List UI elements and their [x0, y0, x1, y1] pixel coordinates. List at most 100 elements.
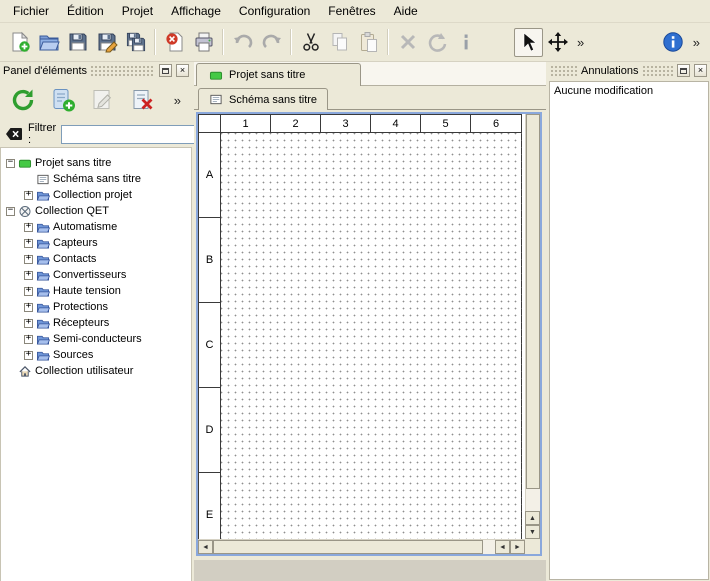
menu-affichage[interactable]: Affichage	[162, 1, 230, 21]
expand-expander-icon[interactable]	[24, 351, 33, 360]
expand-expander-icon[interactable]	[24, 223, 33, 232]
scroll-down-button[interactable]	[525, 525, 540, 539]
undo-dock-titlebar[interactable]: Annulations ×	[548, 62, 710, 79]
horizontal-scrollbar[interactable]	[198, 539, 525, 554]
delete-element-icon	[130, 87, 156, 113]
dock-handle[interactable]	[91, 66, 155, 76]
undo-button[interactable]	[228, 28, 257, 57]
toolbar-extension-chevron[interactable]: »	[688, 35, 705, 50]
schema-tabbar: Schéma sans titre	[194, 88, 546, 110]
schema-viewport[interactable]: 1 2 3 4 5 6 A B C D E	[198, 114, 525, 539]
schema-view[interactable]: 1 2 3 4 5 6 A B C D E	[196, 112, 542, 556]
folder-icon	[36, 237, 50, 250]
elements-panel-titlebar[interactable]: Panel d'éléments ×	[0, 62, 192, 79]
undo-history-list[interactable]: Aucune modification	[549, 81, 709, 580]
expand-expander-icon[interactable]	[24, 255, 33, 264]
dock-handle[interactable]	[643, 66, 674, 76]
scroll-left-button[interactable]	[198, 540, 213, 554]
elements-tree: Projet sans titre Schéma sans titre Coll…	[0, 147, 192, 581]
tree-item-schema[interactable]: Schéma sans titre	[1, 171, 191, 187]
close-document-button[interactable]	[160, 28, 189, 57]
expand-expander-icon[interactable]	[24, 287, 33, 296]
paste-button[interactable]	[354, 28, 383, 57]
menu-projet[interactable]: Projet	[113, 1, 162, 21]
expand-expander-icon[interactable]	[24, 303, 33, 312]
tree-item-collection-utilisateur[interactable]: Collection utilisateur	[1, 363, 191, 379]
scroll-up-button[interactable]	[525, 511, 540, 525]
tree-item-sources[interactable]: Sources	[1, 347, 191, 363]
pan-mode-button[interactable]	[543, 28, 572, 57]
tree-item-protections[interactable]: Protections	[1, 299, 191, 315]
menu-fenetres[interactable]: Fenêtres	[319, 1, 384, 21]
tree-item-recepteurs[interactable]: Récepteurs	[1, 315, 191, 331]
schema-tab-label: Schéma sans titre	[229, 94, 317, 106]
float-dock-button[interactable]	[677, 64, 690, 77]
tree-item-collection-qet[interactable]: Collection QET	[1, 203, 191, 219]
close-document-icon	[164, 31, 186, 53]
close-dock-button[interactable]: ×	[176, 64, 189, 77]
vertical-scrollbar-thumb[interactable]	[526, 114, 540, 489]
tree-item-automatisme[interactable]: Automatisme	[1, 219, 191, 235]
expand-expander-icon[interactable]	[24, 271, 33, 280]
dock-handle[interactable]	[551, 66, 577, 76]
information-button[interactable]	[451, 28, 480, 57]
tree-item-project[interactable]: Projet sans titre	[1, 155, 191, 171]
menu-configuration[interactable]: Configuration	[230, 1, 319, 21]
edit-element-button[interactable]	[86, 83, 120, 117]
expand-expander-icon[interactable]	[24, 335, 33, 344]
close-dock-button[interactable]: ×	[694, 64, 707, 77]
schema-tab[interactable]: Schéma sans titre	[198, 88, 328, 110]
filter-input[interactable]	[61, 125, 211, 144]
expand-expander-icon[interactable]	[24, 319, 33, 328]
tree-item-contacts[interactable]: Contacts	[1, 251, 191, 267]
toolbar-separator	[222, 29, 224, 55]
vertical-scrollbar[interactable]	[525, 114, 540, 539]
undo-icon	[232, 31, 254, 53]
menu-fichier[interactable]: Fichier	[4, 1, 58, 21]
expand-expander-icon[interactable]	[24, 191, 33, 200]
row-label: A	[199, 133, 221, 218]
reload-collections-button[interactable]	[6, 83, 40, 117]
scrollbar-corner	[525, 539, 540, 554]
delete-button[interactable]	[393, 28, 422, 57]
menu-edition[interactable]: Édition	[58, 1, 113, 21]
collapse-expander-icon[interactable]	[6, 207, 15, 216]
about-button[interactable]	[659, 28, 688, 57]
main-toolbar: » »	[0, 23, 710, 62]
copy-button[interactable]	[325, 28, 354, 57]
menu-aide[interactable]: Aide	[385, 1, 427, 21]
column-label: 4	[371, 115, 421, 133]
select-mode-button[interactable]	[514, 28, 543, 57]
new-element-button[interactable]	[46, 83, 80, 117]
delete-element-button[interactable]	[126, 83, 160, 117]
scroll-left-button-2[interactable]	[495, 540, 510, 554]
ruler-corner	[199, 115, 221, 133]
print-button[interactable]	[189, 28, 218, 57]
schema-grid-canvas[interactable]	[221, 133, 522, 539]
float-dock-button[interactable]	[159, 64, 172, 77]
tree-item-semi-conducteurs[interactable]: Semi-conducteurs	[1, 331, 191, 347]
elements-toolbar-overflow-chevron[interactable]: »	[169, 93, 186, 108]
horizontal-scrollbar-thumb[interactable]	[213, 540, 483, 554]
scroll-right-button[interactable]	[510, 540, 525, 554]
clear-filter-button[interactable]	[5, 127, 23, 142]
project-tab[interactable]: Projet sans titre	[196, 63, 361, 86]
tree-item-haute-tension[interactable]: Haute tension	[1, 283, 191, 299]
rotate-button[interactable]	[422, 28, 451, 57]
tree-item-collection-projet[interactable]: Collection projet	[1, 187, 191, 203]
collapse-expander-icon[interactable]	[6, 159, 15, 168]
save-all-button[interactable]	[121, 28, 150, 57]
tree-item-convertisseurs[interactable]: Convertisseurs	[1, 267, 191, 283]
toolbar-overflow-chevron[interactable]: »	[572, 35, 589, 50]
new-document-button[interactable]	[5, 28, 34, 57]
filter-row: Filtrer :	[0, 121, 192, 147]
column-label: 3	[321, 115, 371, 133]
tree-item-capteurs[interactable]: Capteurs	[1, 235, 191, 251]
save-as-button[interactable]	[92, 28, 121, 57]
open-project-button[interactable]	[34, 28, 63, 57]
save-button[interactable]	[63, 28, 92, 57]
redo-button[interactable]	[257, 28, 286, 57]
cut-button[interactable]	[296, 28, 325, 57]
expand-expander-icon[interactable]	[24, 239, 33, 248]
open-folder-icon	[38, 31, 60, 53]
